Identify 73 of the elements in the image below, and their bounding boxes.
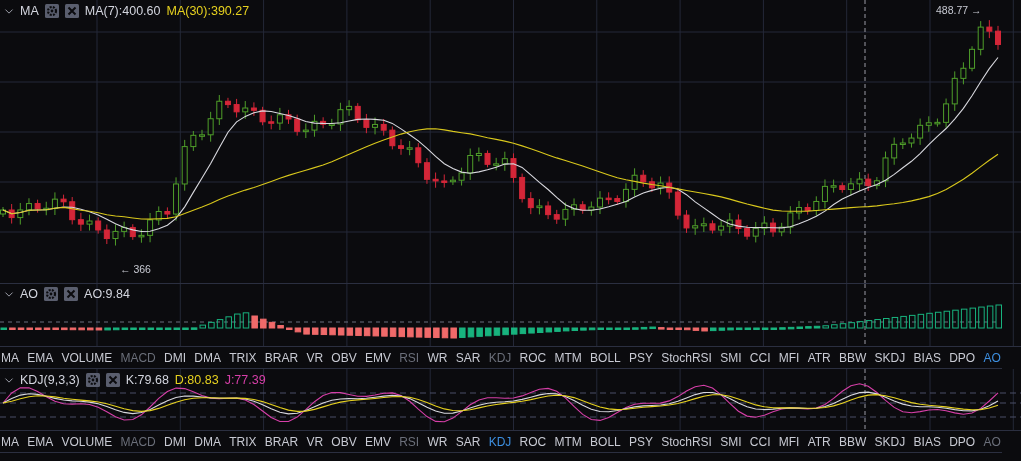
indicator-tab[interactable]: OBV [330, 347, 358, 368]
indicator-tab[interactable]: TRIX [228, 347, 258, 368]
indicator-tab[interactable]: PSY [628, 431, 654, 452]
indicator-tab[interactable]: StochRSI [660, 347, 713, 368]
indicator-tab[interactable]: SKDJ [873, 431, 907, 452]
indicator-tab[interactable]: MFI [777, 347, 801, 368]
indicator-tab[interactable]: DPO [948, 431, 977, 452]
indicator-tab[interactable]: PSY [628, 347, 654, 368]
indicator-tab[interactable]: CCI [748, 347, 772, 368]
indicator-tab[interactable]: DPO [948, 347, 977, 368]
indicator-tab[interactable]: VR [305, 347, 325, 368]
indicator-tab[interactable]: DMI [163, 431, 188, 452]
crosshair-line [864, 369, 866, 430]
indicator-tab[interactable]: EMA [26, 431, 55, 452]
indicator-tab[interactable]: BBW [838, 431, 868, 452]
indicator-tab[interactable]: BRAR [263, 347, 300, 368]
indicator-tab[interactable]: ROC [518, 431, 548, 452]
settings-icon[interactable] [44, 4, 59, 19]
indicator-tab[interactable]: CCI [748, 431, 772, 452]
indicator-tab[interactable]: SKDJ [873, 347, 907, 368]
indicator-tab[interactable]: SAR [454, 431, 482, 452]
indicator-tab[interactable]: DMA [193, 431, 222, 452]
indicator-value: MA(30):390.27 [166, 3, 250, 20]
indicator-name: MA [20, 3, 39, 20]
indicator-tab[interactable]: DMA [193, 347, 222, 368]
indicator-tab[interactable]: BIAS [912, 431, 942, 452]
indicator-tab[interactable]: BOLL [589, 347, 622, 368]
high-price-label: 488.77 → [936, 3, 982, 18]
indicator-tab[interactable]: MA [0, 347, 20, 368]
close-icon[interactable] [64, 4, 79, 19]
indicator-tab[interactable]: VR [305, 431, 325, 452]
indicator-tab[interactable]: MA [0, 431, 20, 452]
indicator-tab[interactable]: ATR [806, 431, 832, 452]
indicator-tab[interactable]: MTM [553, 347, 583, 368]
chevron-down-icon[interactable] [4, 375, 14, 386]
indicator-tab[interactable]: SMI [719, 431, 743, 452]
indicator-tab[interactable]: BRAR [263, 431, 300, 452]
indicator-tab[interactable]: ATR [806, 347, 832, 368]
indicator-tab[interactable]: MTM [553, 431, 583, 452]
indicator-value: K:79.68 [125, 372, 169, 389]
indicator-value: J:77.39 [224, 372, 266, 389]
chevron-down-icon[interactable] [4, 289, 14, 300]
close-icon[interactable] [64, 287, 79, 302]
indicator-tab[interactable]: WR [426, 431, 449, 452]
indicator-tab[interactable]: MFI [777, 431, 801, 452]
settings-icon[interactable] [85, 373, 100, 388]
indicator-tab[interactable]: AO [982, 347, 1002, 368]
indicator-value: MA(7):400.60 [84, 3, 161, 20]
indicator-tab[interactable]: VOLUME [60, 347, 114, 368]
indicator-tab[interactable]: ROC [518, 347, 548, 368]
indicator-tab[interactable]: VOLUME [60, 431, 114, 452]
low-price-label: ← 366 [120, 262, 151, 277]
indicator-tab[interactable]: SAR [454, 347, 482, 368]
indicator-tab[interactable]: BOLL [589, 431, 622, 452]
indicator-tab[interactable]: DMI [163, 347, 188, 368]
indicator-tab[interactable]: BBW [838, 347, 868, 368]
indicator-name: AO [20, 286, 39, 303]
indicator-tab[interactable]: OBV [330, 431, 358, 452]
settings-icon[interactable] [44, 287, 59, 302]
indicator-tab[interactable]: StochRSI [660, 431, 713, 452]
indicator-tab[interactable]: BIAS [912, 347, 942, 368]
chevron-down-icon[interactable] [4, 6, 14, 17]
indicator-tab[interactable]: EMV [363, 347, 392, 368]
indicator-tab[interactable]: TRIX [228, 431, 258, 452]
indicator-tab[interactable]: EMV [363, 431, 392, 452]
close-icon[interactable] [105, 373, 120, 388]
indicator-tab[interactable]: SMI [719, 347, 743, 368]
indicator-value: AO:9.84 [84, 286, 130, 303]
indicator-tab[interactable]: KDJ [487, 431, 513, 452]
indicator-value: D:80.83 [174, 372, 219, 389]
indicator-name: KDJ(9,3,3) [20, 372, 80, 389]
indicator-tab[interactable]: EMA [26, 347, 55, 368]
indicator-tab[interactable]: WR [426, 347, 449, 368]
